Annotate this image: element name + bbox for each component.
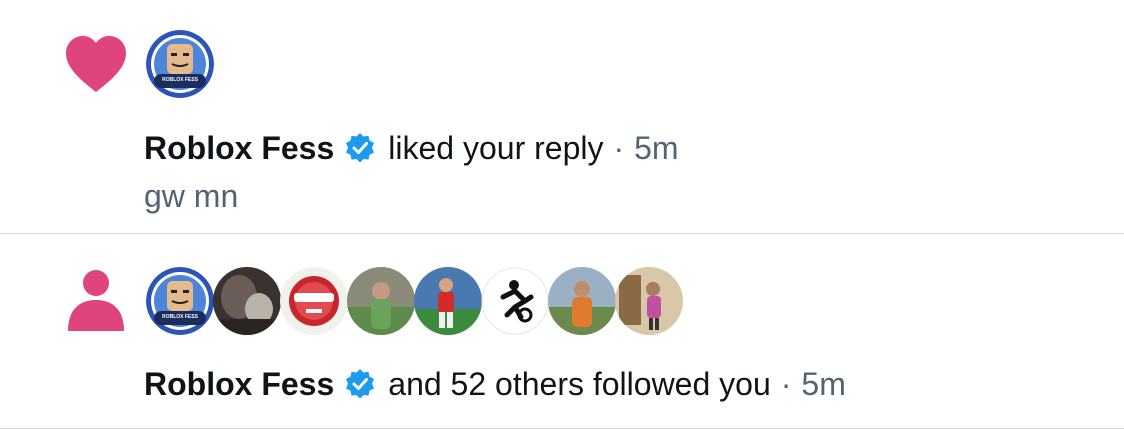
avatar-row: ROBLOX FESS xyxy=(146,267,683,335)
avatar-follower[interactable] xyxy=(280,267,348,335)
reply-snippet: gw mn xyxy=(144,178,239,214)
timestamp[interactable]: 5m xyxy=(634,128,678,168)
notification-text: Roblox Fess liked your reply · 5m xyxy=(144,128,679,168)
avatar-text: ROBLOX FESS xyxy=(162,314,198,320)
avatar-row: ROBLOX FESS xyxy=(146,30,214,98)
avatar-follower[interactable] xyxy=(548,267,616,335)
heart-icon xyxy=(66,36,126,92)
actor-name-link[interactable]: Roblox Fess xyxy=(144,364,334,404)
avatar-follower[interactable] xyxy=(347,267,415,335)
avatar-roblox-fess[interactable]: ROBLOX FESS xyxy=(146,30,214,98)
avatar-roblox-fess[interactable]: ROBLOX FESS xyxy=(146,267,214,335)
notification-text: Roblox Fess and 52 others followed you ·… xyxy=(144,364,846,404)
verified-badge-icon xyxy=(346,133,375,163)
avatar-follower[interactable] xyxy=(414,267,482,335)
notification-like[interactable]: ROBLOX FESS Roblox Fess liked your reply… xyxy=(0,0,1124,234)
action-text: liked your reply xyxy=(388,130,604,166)
timestamp[interactable]: 5m xyxy=(801,364,845,404)
action-text: and 52 others followed you xyxy=(388,366,771,402)
separator: · xyxy=(780,366,792,402)
avatar-text: ROBLOX FESS xyxy=(162,77,198,83)
avatar-follower[interactable] xyxy=(213,267,281,335)
person-icon xyxy=(68,270,124,331)
avatar-follower[interactable] xyxy=(615,267,683,335)
separator: · xyxy=(613,130,625,166)
avatar-follower[interactable] xyxy=(481,267,549,335)
actor-name-link[interactable]: Roblox Fess xyxy=(144,128,334,168)
notification-follow[interactable]: ROBLOX FESS Roblox Fess and 52 others fo… xyxy=(0,234,1124,429)
verified-badge-icon xyxy=(346,369,375,399)
